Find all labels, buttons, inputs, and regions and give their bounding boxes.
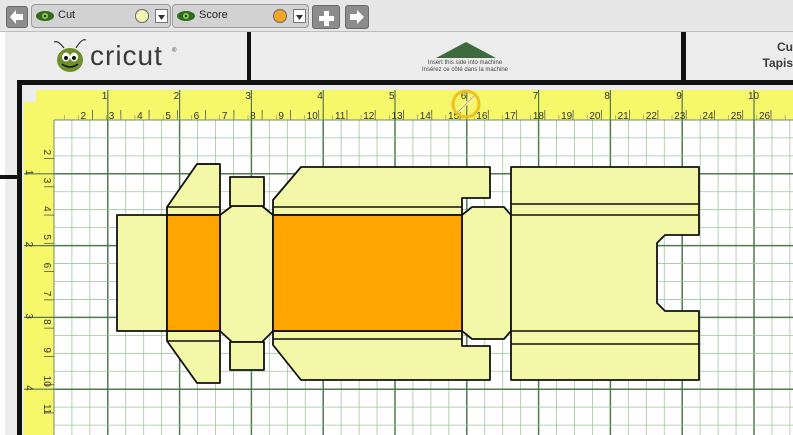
shape-right-narrow-panel [461,206,512,340]
score-panel-main [272,214,463,332]
shape-long-flap-top [272,166,491,216]
shape-narrow-panel [219,205,274,343]
shape-right-panel [510,166,700,381]
shape-end-flap-left [116,214,168,332]
score-panel-left [166,214,221,332]
shape-side-tab-bottom-left [166,330,221,384]
box-template-design[interactable] [0,0,793,435]
shape-narrow-tab-bottom [229,341,265,371]
shape-narrow-tab-top [229,176,265,207]
